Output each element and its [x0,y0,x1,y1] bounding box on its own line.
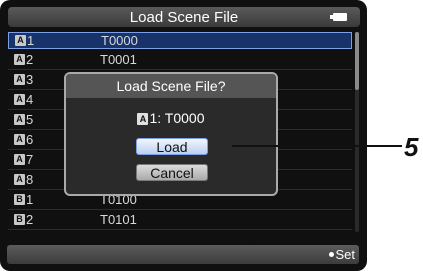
load-button[interactable]: Load [136,138,208,155]
slot-badge: A [14,134,25,145]
slot-index: 2 [26,52,34,67]
battery-icon [330,13,347,21]
slot-badge: B [14,214,25,225]
slot-index: 8 [26,172,34,187]
scrollbar-thumb[interactable] [355,32,359,90]
dialog-file-info: A 1: T0000 [66,110,276,126]
scrollbar[interactable] [355,32,359,232]
slot-index: 1 [27,33,35,48]
slot-badge: A [14,94,25,105]
camera-menu-screen: Load Scene File A 1 T0000 A 2 T0001 A 3 … [0,0,367,271]
header-bar: Load Scene File [8,7,360,27]
slot-index: 6 [26,132,34,147]
list-item[interactable]: A 2 T0001 [8,52,352,70]
slot-index: 7 [26,152,34,167]
file-name: T0000 [101,33,138,48]
slot-badge: A [14,74,25,85]
slot-index: 4 [26,92,34,107]
slot-badge: A [14,114,25,125]
file-name: T0001 [100,52,137,67]
dialog-file-text: 1: T0000 [149,110,205,126]
slot-badge: A [15,35,26,46]
slot-badge: A [137,113,149,125]
page-title: Load Scene File [129,9,239,26]
cancel-button[interactable]: Cancel [136,164,208,181]
slot-index: 3 [26,72,34,87]
dot-icon [329,252,335,257]
list-item[interactable]: A 1 T0000 [8,32,352,49]
list-item[interactable]: B 2 T0101 [8,212,352,230]
confirm-dialog: Load Scene File? A 1: T0000 Load Cancel [64,72,278,196]
slot-index: 2 [26,212,34,227]
callout-number: 5 [404,132,419,162]
footer-bar: Set [7,245,359,264]
slot-index: 5 [26,112,34,127]
slot-badge: A [14,174,25,185]
set-hint[interactable]: Set [329,247,355,262]
dialog-header: Load Scene File? [66,74,276,98]
slot-badge: A [14,54,25,65]
slot-badge: B [14,194,25,205]
slot-index: 1 [26,192,34,207]
slot-badge: A [14,154,25,165]
callout-line [232,145,402,147]
file-name: T0101 [100,212,137,227]
dialog-title: Load Scene File? [116,78,226,94]
set-label: Set [335,247,355,262]
